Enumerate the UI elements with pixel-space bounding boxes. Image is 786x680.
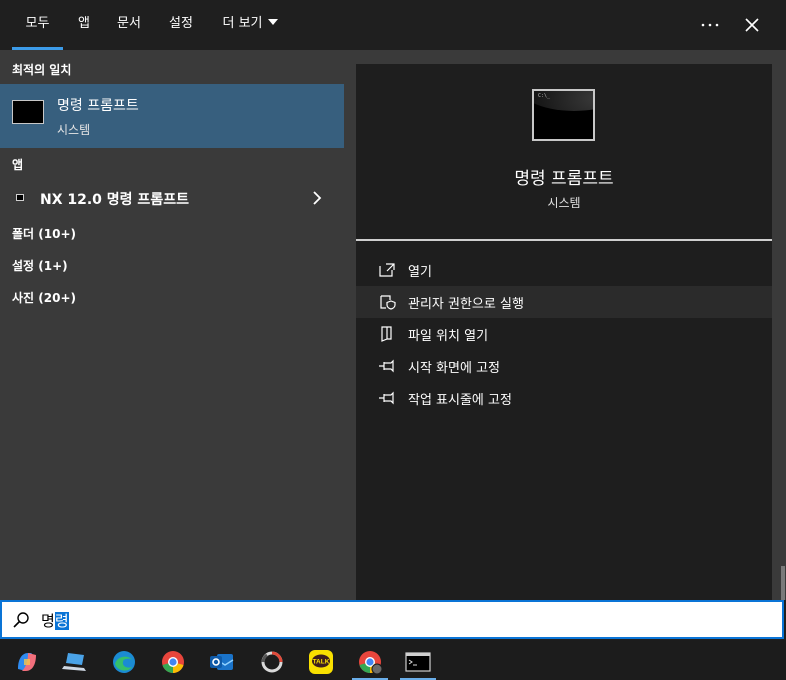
loop-icon	[261, 651, 283, 673]
command-prompt-icon	[12, 100, 44, 124]
taskbar-loop[interactable]	[254, 644, 290, 680]
close-icon	[745, 18, 759, 32]
action-pin-to-start-label: 시작 화면에 고정	[408, 361, 500, 376]
tab-apps-label: 앱	[78, 16, 90, 31]
search-box[interactable]: 명령	[0, 600, 784, 639]
taskbar-command-prompt[interactable]	[400, 644, 436, 680]
command-prompt-large-icon: C:\_	[532, 89, 595, 141]
app-result-nx-prompt[interactable]: NX 12.0 명령 프롬프트	[0, 183, 344, 213]
taskbar-kakaotalk[interactable]: TALK	[303, 644, 339, 680]
chrome-profile-icon	[359, 651, 383, 675]
taskbar-copilot[interactable]	[9, 644, 45, 680]
open-icon	[379, 263, 395, 277]
action-open-file-location-label: 파일 위치 열기	[408, 329, 489, 344]
action-run-as-admin[interactable]: 관리자 권한으로 실행	[356, 286, 772, 318]
tab-settings-label: 설정	[169, 16, 193, 31]
chevron-right-icon[interactable]	[312, 191, 322, 205]
category-folders[interactable]: 폴더 (10+)	[12, 225, 76, 242]
laptop-icon	[62, 653, 86, 671]
pin-icon	[379, 359, 394, 373]
edge-icon	[113, 651, 135, 673]
scrollbar[interactable]	[781, 566, 785, 600]
tab-more[interactable]: 더 보기	[214, 0, 286, 50]
copilot-icon	[18, 653, 36, 671]
tab-settings[interactable]: 설정	[162, 0, 200, 50]
more-options-button[interactable]	[694, 9, 726, 41]
outlook-icon	[210, 654, 234, 670]
best-match-item[interactable]: 명령 프롬프트 시스템	[0, 84, 344, 148]
best-match-heading: 최적의 일치	[12, 63, 72, 77]
taskbar: TALK	[0, 640, 786, 680]
preview-divider	[356, 239, 772, 241]
svg-text:TALK: TALK	[313, 659, 330, 666]
tab-all[interactable]: 모두	[12, 0, 63, 50]
kakaotalk-icon: TALK	[309, 650, 333, 674]
search-query-text: 명	[41, 612, 55, 630]
preview-panel: C:\_ 명령 프롬프트 시스템 열기 관리자 권한으로 실행 파일 위치 열기…	[356, 64, 772, 600]
tab-more-label: 더 보기	[222, 16, 263, 31]
search-input[interactable]: 명령	[41, 610, 69, 631]
action-pin-to-taskbar-label: 작업 표시줄에 고정	[408, 393, 512, 408]
preview-subtitle: 시스템	[547, 196, 581, 210]
taskbar-edge[interactable]	[106, 644, 142, 680]
file-location-icon	[381, 326, 392, 342]
search-tabs-bar: 모두 앱 문서 설정 더 보기	[0, 0, 786, 50]
category-photos[interactable]: 사진 (20+)	[12, 289, 76, 306]
pin-icon	[379, 391, 394, 405]
action-pin-to-start[interactable]: 시작 화면에 고정	[356, 350, 772, 382]
taskbar-chrome[interactable]	[155, 644, 191, 680]
command-prompt-small-icon	[16, 194, 24, 201]
best-match-sub: 시스템	[57, 123, 91, 137]
close-button[interactable]	[736, 9, 768, 41]
shield-icon	[380, 295, 396, 310]
chrome-icon	[162, 651, 184, 673]
action-open[interactable]: 열기	[356, 254, 772, 286]
results-panel: 최적의 일치 명령 프롬프트 시스템 앱 NX 12.0 명령 프롬프트 폴더 …	[0, 50, 344, 600]
taskbar-chrome-profile[interactable]	[352, 644, 388, 680]
app-result-label: NX 12.0 명령 프롬프트	[40, 192, 189, 208]
search-icon	[13, 612, 29, 628]
action-open-label: 열기	[408, 265, 432, 280]
best-match-name: 명령 프롬프트	[57, 98, 139, 114]
command-prompt-icon	[405, 652, 431, 672]
action-run-as-admin-label: 관리자 권한으로 실행	[408, 297, 524, 312]
more-icon	[701, 23, 719, 27]
search-query-selection: 령	[54, 612, 69, 630]
preview-title: 명령 프롬프트	[514, 169, 614, 189]
caret-down-icon	[267, 19, 278, 25]
tab-all-label: 모두	[25, 16, 50, 31]
action-open-file-location[interactable]: 파일 위치 열기	[356, 318, 772, 350]
apps-heading: 앱	[12, 158, 24, 172]
taskbar-laptop[interactable]	[57, 644, 93, 680]
category-settings[interactable]: 설정 (1+)	[12, 257, 68, 274]
tab-documents-label: 문서	[117, 16, 141, 31]
action-pin-to-taskbar[interactable]: 작업 표시줄에 고정	[356, 382, 772, 414]
tab-apps[interactable]: 앱	[70, 0, 98, 50]
tab-documents[interactable]: 문서	[110, 0, 148, 50]
taskbar-outlook[interactable]	[204, 644, 240, 680]
